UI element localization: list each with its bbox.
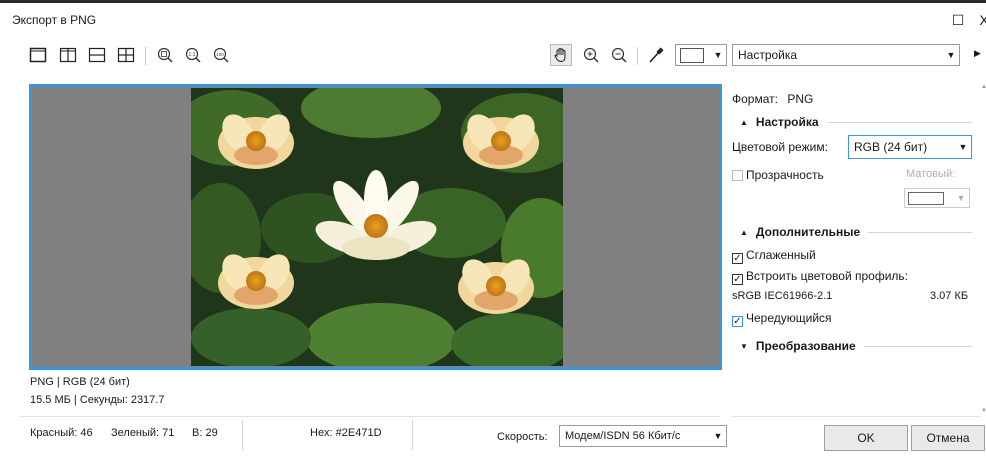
section-additional-title: Дополнительные	[755, 225, 861, 239]
toolbar-separator	[637, 47, 638, 65]
format-row: Формат: PNG	[732, 92, 813, 106]
antialiased-row[interactable]: ✓ Сглаженный	[732, 248, 816, 264]
zoom-100-icon[interactable]: 100	[210, 44, 232, 66]
chevron-down-icon: ▼	[958, 142, 968, 152]
maximize-icon[interactable]: ☐	[950, 12, 966, 28]
speed-label: Скорость:	[497, 431, 548, 443]
zoom-in-icon[interactable]	[580, 44, 602, 66]
format-value: PNG	[787, 92, 814, 106]
antialiased-label: Сглаженный	[746, 248, 816, 262]
eyedropper-icon[interactable]	[645, 44, 667, 66]
red-value: Красный: 46	[30, 427, 93, 439]
preset-dropdown[interactable]: Настройка ▼	[732, 44, 960, 66]
color-mode-value: RGB (24 бит)	[854, 140, 928, 154]
section-transform-title: Преобразование	[755, 339, 856, 353]
green-value: Зеленый: 71	[111, 427, 175, 439]
section-divider	[826, 121, 972, 123]
svg-text:1:1: 1:1	[189, 52, 196, 58]
panel-scrollbar[interactable]: ▲ ▼	[981, 84, 986, 414]
status-divider	[20, 416, 720, 417]
matte-color-dropdown[interactable]: ▼	[904, 188, 970, 208]
close-icon[interactable]: X	[976, 12, 986, 28]
section-divider	[868, 231, 972, 233]
single-view-icon[interactable]	[27, 44, 49, 66]
format-label: Формат:	[732, 92, 778, 106]
matte-label: Матовый:	[906, 168, 956, 180]
profile-size: 3.07 КБ	[930, 290, 969, 302]
embed-profile-row[interactable]: ✓ Встроить цветовой профиль:	[732, 269, 908, 285]
preset-value: Настройка	[738, 48, 798, 62]
image-preview[interactable]	[29, 84, 722, 370]
preview-image	[191, 88, 563, 366]
speed-value: Модем/ISDN 56 Кбит/с	[565, 430, 681, 442]
antialiased-checkbox[interactable]: ✓	[732, 253, 743, 264]
interlaced-row[interactable]: ✓ Чередующийся	[732, 311, 832, 327]
image-format-info: PNG | RGB (24 бит)	[30, 376, 130, 388]
svg-text:100: 100	[216, 52, 224, 57]
image-size-info: 15.5 МБ | Секунды: 2317.7	[30, 394, 165, 406]
split-vertical-icon[interactable]	[57, 44, 79, 66]
section-transform[interactable]: ▼ Преобразование	[732, 339, 972, 353]
blue-value: B: 29	[192, 427, 218, 439]
color-mode-label: Цветовой режим:	[732, 140, 828, 154]
cancel-button[interactable]: Отмена	[911, 425, 985, 451]
section-additional[interactable]: ▲ Дополнительные	[732, 225, 972, 239]
scroll-down-icon[interactable]: ▼	[981, 408, 986, 414]
status-divider	[732, 416, 980, 417]
quad-view-icon[interactable]	[115, 44, 137, 66]
section-settings[interactable]: ▲ Настройка	[732, 115, 972, 129]
settings-panel: Формат: PNG ▲ Настройка Цветовой режим: …	[732, 84, 980, 414]
toolbar-separator	[145, 47, 146, 65]
chevron-down-icon: ▼	[946, 50, 956, 60]
expand-arrow-icon: ▼	[740, 341, 748, 351]
ok-button[interactable]: OK	[824, 425, 908, 451]
embed-profile-checkbox[interactable]: ✓	[732, 274, 743, 285]
scroll-up-icon[interactable]: ▲	[981, 84, 986, 90]
title-bar: Экспорт в PNG ☐ X	[0, 0, 986, 36]
window-title: Экспорт в PNG	[12, 13, 97, 27]
color-mode-select[interactable]: RGB (24 бит) ▼	[848, 135, 972, 159]
transparency-checkbox[interactable]	[732, 170, 743, 181]
collapse-arrow-icon: ▲	[740, 227, 748, 237]
color-swatch-icon	[680, 47, 704, 63]
collapse-arrow-icon: ▲	[740, 117, 748, 127]
embed-profile-label: Встроить цветовой профиль:	[746, 269, 909, 283]
zoom-1to1-icon[interactable]: 1:1	[182, 44, 204, 66]
section-settings-title: Настройка	[755, 115, 819, 129]
matte-swatch-icon	[908, 191, 944, 205]
color-swatch-dropdown[interactable]: ▼	[675, 44, 727, 66]
transparency-row[interactable]: Прозрачность	[732, 168, 824, 182]
speed-select[interactable]: Модем/ISDN 56 Кбит/с ▼	[559, 425, 727, 447]
profile-name: sRGB IEC61966-2.1	[732, 290, 833, 302]
interlaced-checkbox[interactable]: ✓	[732, 316, 743, 327]
chevron-right-icon[interactable]: ▶	[974, 48, 981, 59]
zoom-out-icon[interactable]	[608, 44, 630, 66]
status-separator	[412, 420, 413, 450]
toolbar: 1:1 100 ▼ Настройка ▼ ▶	[0, 44, 986, 78]
pan-hand-icon[interactable]	[550, 44, 572, 66]
chevron-down-icon: ▼	[713, 50, 723, 60]
transparency-label: Прозрачность	[746, 168, 824, 182]
interlaced-label: Чередующийся	[746, 311, 832, 325]
chevron-down-icon: ▼	[713, 431, 723, 441]
chevron-down-icon: ▼	[956, 193, 966, 203]
section-divider	[863, 345, 972, 347]
hex-value: Hex: #2E471D	[310, 427, 382, 439]
status-separator	[242, 420, 243, 450]
split-horizontal-icon[interactable]	[86, 44, 108, 66]
zoom-fit-icon[interactable]	[154, 44, 176, 66]
